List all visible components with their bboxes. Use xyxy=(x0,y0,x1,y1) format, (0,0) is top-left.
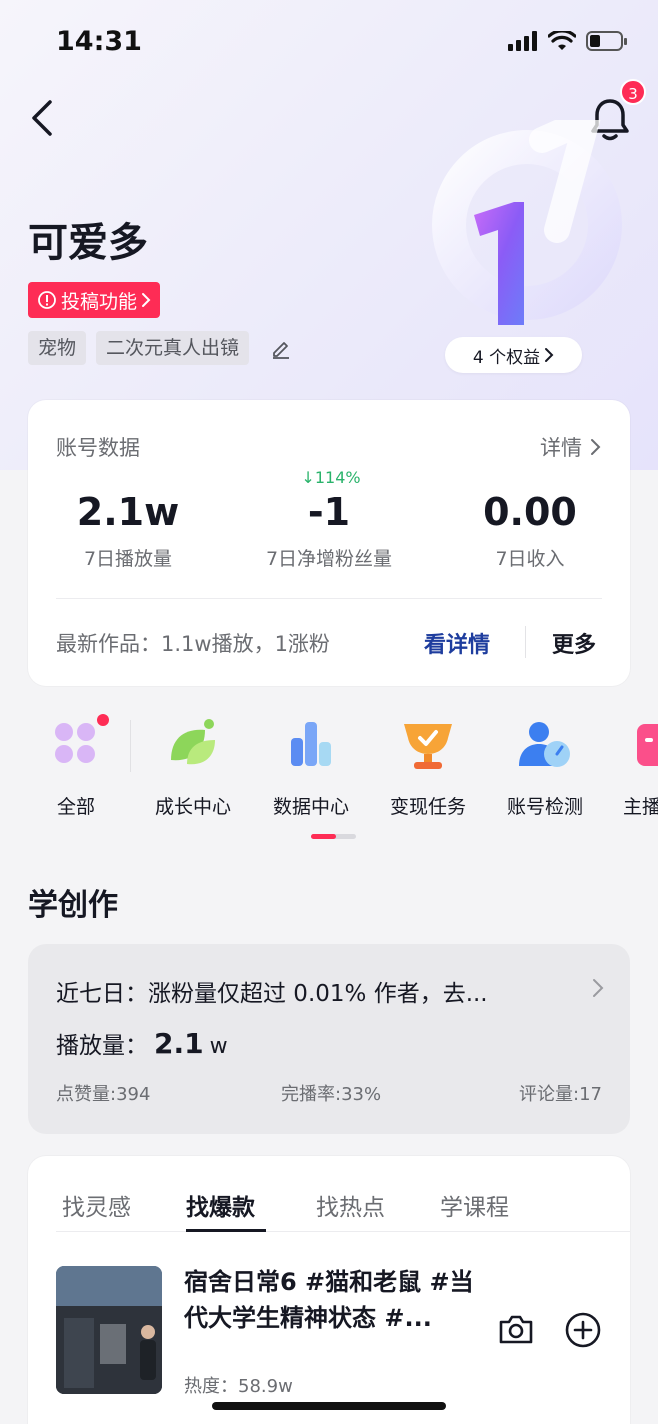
stat-income[interactable]: 0.00 7日收入 xyxy=(430,490,630,571)
video-title[interactable]: 宿舍日常6 #猫和老鼠 #当代大学生精神状态 #... xyxy=(184,1264,489,1336)
discover-card: 找灵感 找爆款 找热点 学课程 宿舍日常6 #猫和老鼠 #当代大学生精神状态 #… xyxy=(28,1156,630,1424)
section-title: 学创作 xyxy=(28,888,118,923)
status-bar: 14:31 xyxy=(0,0,658,84)
play-count-value: 2.1 xyxy=(154,1027,204,1060)
benefits-button[interactable]: 4 个权益 xyxy=(445,337,582,373)
submit-feature-button[interactable]: 投稿功能 xyxy=(28,282,161,318)
edit-icon[interactable] xyxy=(269,336,293,360)
tool-account-check-label: 账号检测 xyxy=(506,796,583,818)
status-icons xyxy=(508,30,628,52)
tab-courses[interactable]: 学课程 xyxy=(440,1188,509,1222)
view-detail-link[interactable]: 看详情 xyxy=(424,627,490,659)
chevron-left-icon xyxy=(32,100,52,136)
account-data-card: 账号数据 详情 ↓114% 2.1w 7日播放量 -1 7日净增粉丝量 0.00… xyxy=(28,400,630,686)
camera-icon xyxy=(499,1315,533,1344)
submit-feature-label: 投稿功能 xyxy=(61,290,138,313)
discover-tabs: 找灵感 找爆款 找热点 学课程 xyxy=(56,1156,630,1232)
notification-badge: 3 xyxy=(620,79,646,105)
plus-circle-icon xyxy=(565,1312,601,1348)
tag-cosplay[interactable]: 二次元真人出镜 xyxy=(96,331,250,365)
chevron-right-icon xyxy=(591,439,601,455)
divider xyxy=(525,626,526,658)
account-data-title: 账号数据 xyxy=(56,436,140,460)
stat-fans[interactable]: -1 7日净增粉丝量 xyxy=(229,490,429,571)
chevron-right-icon xyxy=(545,348,554,362)
tools-pager-active xyxy=(311,834,336,839)
camera-button[interactable] xyxy=(497,1310,535,1348)
play-count-unit: w xyxy=(209,1034,228,1059)
divider xyxy=(56,598,602,599)
new-indicator-dot xyxy=(97,714,109,726)
likes-metric: 点赞量:394 xyxy=(56,1084,151,1105)
comments-metric: 评论量:17 xyxy=(519,1084,602,1105)
battery-icon xyxy=(586,31,627,51)
more-link[interactable]: 更多 xyxy=(552,627,596,659)
tool-anchor[interactable]: 主播 xyxy=(607,716,658,819)
play-count-row: 播放量： 2.1 w xyxy=(56,1026,228,1060)
latest-work-summary: 最新作品：1.1w播放，1涨粉 xyxy=(56,632,330,656)
benefits-label: 4 个权益 xyxy=(472,347,541,368)
stat-income-label: 7日收入 xyxy=(495,548,565,570)
stat-plays-value: 2.1w xyxy=(76,490,180,534)
bar-chart-icon xyxy=(283,716,339,772)
tag-pets[interactable]: 宠物 xyxy=(28,331,87,365)
level-badge xyxy=(412,96,642,340)
account-detail-label: 详情 xyxy=(540,436,582,460)
leaf-icon xyxy=(165,716,221,772)
completion-metric: 完播率:33% xyxy=(281,1084,382,1105)
home-indicator xyxy=(212,1402,446,1410)
tool-monetize-tasks-label: 变现任务 xyxy=(389,796,466,818)
stat-plays[interactable]: 2.1w 7日播放量 xyxy=(28,490,228,571)
fans-change: ↓114% xyxy=(301,468,361,487)
back-button[interactable] xyxy=(26,96,66,140)
tool-anchor-label: 主播 xyxy=(623,796,658,818)
divider xyxy=(130,720,131,772)
tab-inspiration[interactable]: 找灵感 xyxy=(62,1188,131,1222)
tool-account-check[interactable]: 账号检测 xyxy=(490,716,600,819)
status-time: 14:31 xyxy=(56,26,142,57)
active-tab-indicator xyxy=(186,1229,266,1232)
video-thumbnail[interactable] xyxy=(56,1266,162,1394)
user-name: 可爱多 xyxy=(28,220,148,266)
stat-fans-value: -1 xyxy=(307,490,351,534)
level-logo-icon xyxy=(432,96,622,325)
tools-row: 全部 成长中心 数据中心 变现任务 账号检测 主播 xyxy=(0,700,658,830)
tool-all[interactable]: 全部 xyxy=(21,716,131,819)
alert-circle-icon xyxy=(38,291,56,309)
learn-summary-text: 近七日：涨粉量仅超过 0.01% 作者，去... xyxy=(56,981,488,1007)
tab-trends[interactable]: 找热点 xyxy=(316,1188,385,1222)
account-detail-link[interactable]: 详情 xyxy=(540,432,602,462)
anchor-icon xyxy=(637,716,658,772)
chevron-right-icon xyxy=(592,978,604,1002)
video-heat: 热度：58.9w xyxy=(184,1376,293,1397)
account-check-icon xyxy=(517,716,573,772)
tool-monetize-tasks[interactable]: 变现任务 xyxy=(373,716,483,819)
play-count-label: 播放量： xyxy=(56,1033,148,1059)
tool-all-label: 全部 xyxy=(56,796,95,818)
chevron-right-icon xyxy=(142,293,151,307)
trophy-icon xyxy=(400,716,456,772)
tool-data-center[interactable]: 数据中心 xyxy=(256,716,366,819)
tab-hits[interactable]: 找爆款 xyxy=(186,1188,255,1222)
stat-plays-label: 7日播放量 xyxy=(83,548,173,570)
grid-icon xyxy=(48,716,104,772)
profile-tags: 宠物 二次元真人出镜 xyxy=(28,331,293,365)
wifi-icon xyxy=(548,31,576,50)
signal-icon xyxy=(508,31,537,51)
stat-income-value: 0.00 xyxy=(483,490,577,534)
add-button[interactable] xyxy=(565,1312,601,1348)
tool-growth-center[interactable]: 成长中心 xyxy=(138,716,248,819)
tool-data-center-label: 数据中心 xyxy=(272,796,349,818)
learn-summary-card[interactable]: 近七日：涨粉量仅超过 0.01% 作者，去... 播放量： 2.1 w 点赞量:39… xyxy=(28,944,630,1134)
tool-growth-center-label: 成长中心 xyxy=(154,796,231,818)
stat-fans-label: 7日净增粉丝量 xyxy=(265,548,393,570)
